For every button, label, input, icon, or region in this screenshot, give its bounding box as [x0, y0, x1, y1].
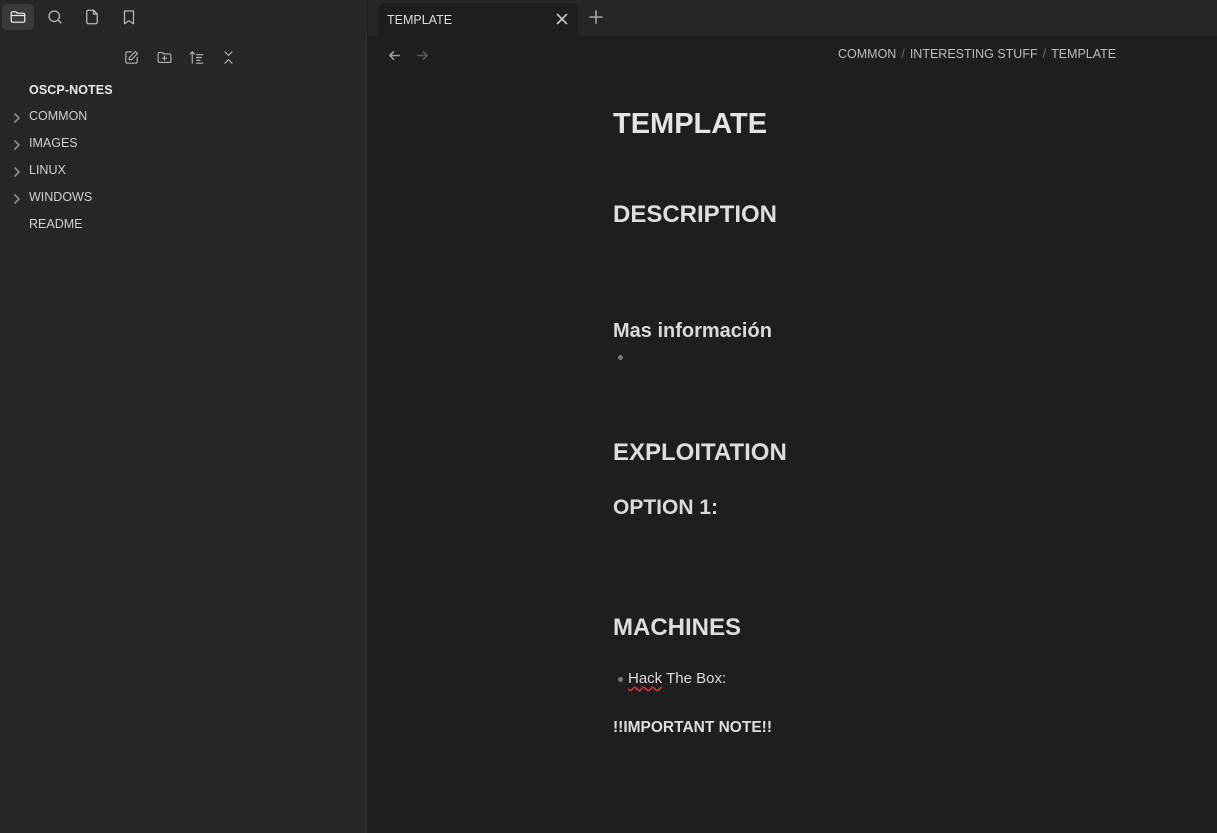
bookmarks-tab-button[interactable] [113, 4, 145, 30]
arrow-left-icon [388, 50, 400, 60]
heading-description: DESCRIPTION [613, 201, 778, 228]
plus-icon [589, 10, 603, 24]
search-icon [48, 10, 62, 24]
folder-item-windows[interactable]: WINDOWS [0, 186, 367, 210]
heading-more-info: Mas información [613, 320, 772, 342]
chevron-right-icon [11, 165, 23, 177]
important-note: !!IMPORTANT NOTE!! [613, 719, 772, 736]
vault-name[interactable]: OSCP-NOTES [29, 83, 113, 97]
tab-bar: TEMPLATE [368, 0, 1217, 36]
misspelled-word: Hack [628, 670, 663, 687]
breadcrumb-item[interactable]: INTERESTING STUFF [910, 47, 1038, 61]
sort-button[interactable] [183, 44, 209, 70]
folder-item-common[interactable]: COMMON [0, 105, 367, 129]
note-title: TEMPLATE [613, 108, 768, 140]
new-folder-icon [157, 51, 171, 63]
heading-exploitation: EXPLOITATION [613, 439, 787, 466]
search-tab-button[interactable] [39, 4, 71, 30]
sidebar-ribbon [0, 0, 367, 36]
close-tab-button[interactable] [554, 11, 570, 27]
breadcrumb: COMMON / INTERESTING STUFF / TEMPLATE [838, 47, 1116, 61]
file-explorer-actions [0, 44, 367, 70]
collapse-all-icon [223, 50, 233, 64]
folder-label: COMMON [29, 109, 88, 123]
new-tab-button[interactable] [587, 8, 607, 28]
file-item-readme[interactable]: README [0, 213, 367, 237]
file-icon [86, 9, 98, 25]
file-explorer-sidebar: OSCP-NOTES COMMON IMAGES LINUX WINDOWS R… [0, 0, 367, 833]
file-label: README [29, 217, 83, 231]
breadcrumb-separator: / [1042, 47, 1047, 61]
tab-title: TEMPLATE [387, 13, 453, 27]
folder-item-images[interactable]: IMAGES [0, 132, 367, 156]
new-folder-button[interactable] [151, 44, 177, 70]
list-item-text: The Box: [662, 670, 727, 687]
heading-option-1: OPTION 1: [613, 496, 719, 519]
folder-label: WINDOWS [29, 190, 93, 204]
folder-icon [10, 11, 26, 23]
heading-machines: MACHINES [613, 614, 742, 641]
list-bullet [618, 677, 623, 682]
folder-label: IMAGES [29, 136, 78, 150]
chevron-right-icon [11, 111, 23, 123]
open-file-button[interactable] [76, 4, 108, 30]
breadcrumb-item[interactable]: COMMON [838, 47, 896, 61]
chevron-right-icon [11, 138, 23, 150]
tab-template[interactable]: TEMPLATE [378, 3, 578, 36]
new-note-icon [124, 50, 138, 64]
folder-label: LINUX [29, 163, 66, 177]
navigate-forward-button[interactable] [412, 45, 432, 65]
chevron-right-icon [11, 192, 23, 204]
folder-item-linux[interactable]: LINUX [0, 159, 367, 183]
navigate-back-button[interactable] [384, 45, 404, 65]
breadcrumb-item[interactable]: TEMPLATE [1051, 47, 1116, 61]
files-tab-button[interactable] [2, 4, 34, 30]
arrow-right-icon [416, 50, 428, 60]
breadcrumb-separator: / [901, 47, 905, 61]
sort-icon [189, 50, 203, 64]
list-item-hack-the-box: Hack The Box: [628, 670, 726, 687]
empty-list-bullet [618, 355, 623, 360]
collapse-all-button[interactable] [215, 44, 241, 70]
new-note-button[interactable] [118, 44, 144, 70]
view-header: COMMON / INTERESTING STUFF / TEMPLATE [368, 36, 1217, 74]
bookmark-icon [123, 10, 135, 25]
close-icon [556, 13, 568, 25]
